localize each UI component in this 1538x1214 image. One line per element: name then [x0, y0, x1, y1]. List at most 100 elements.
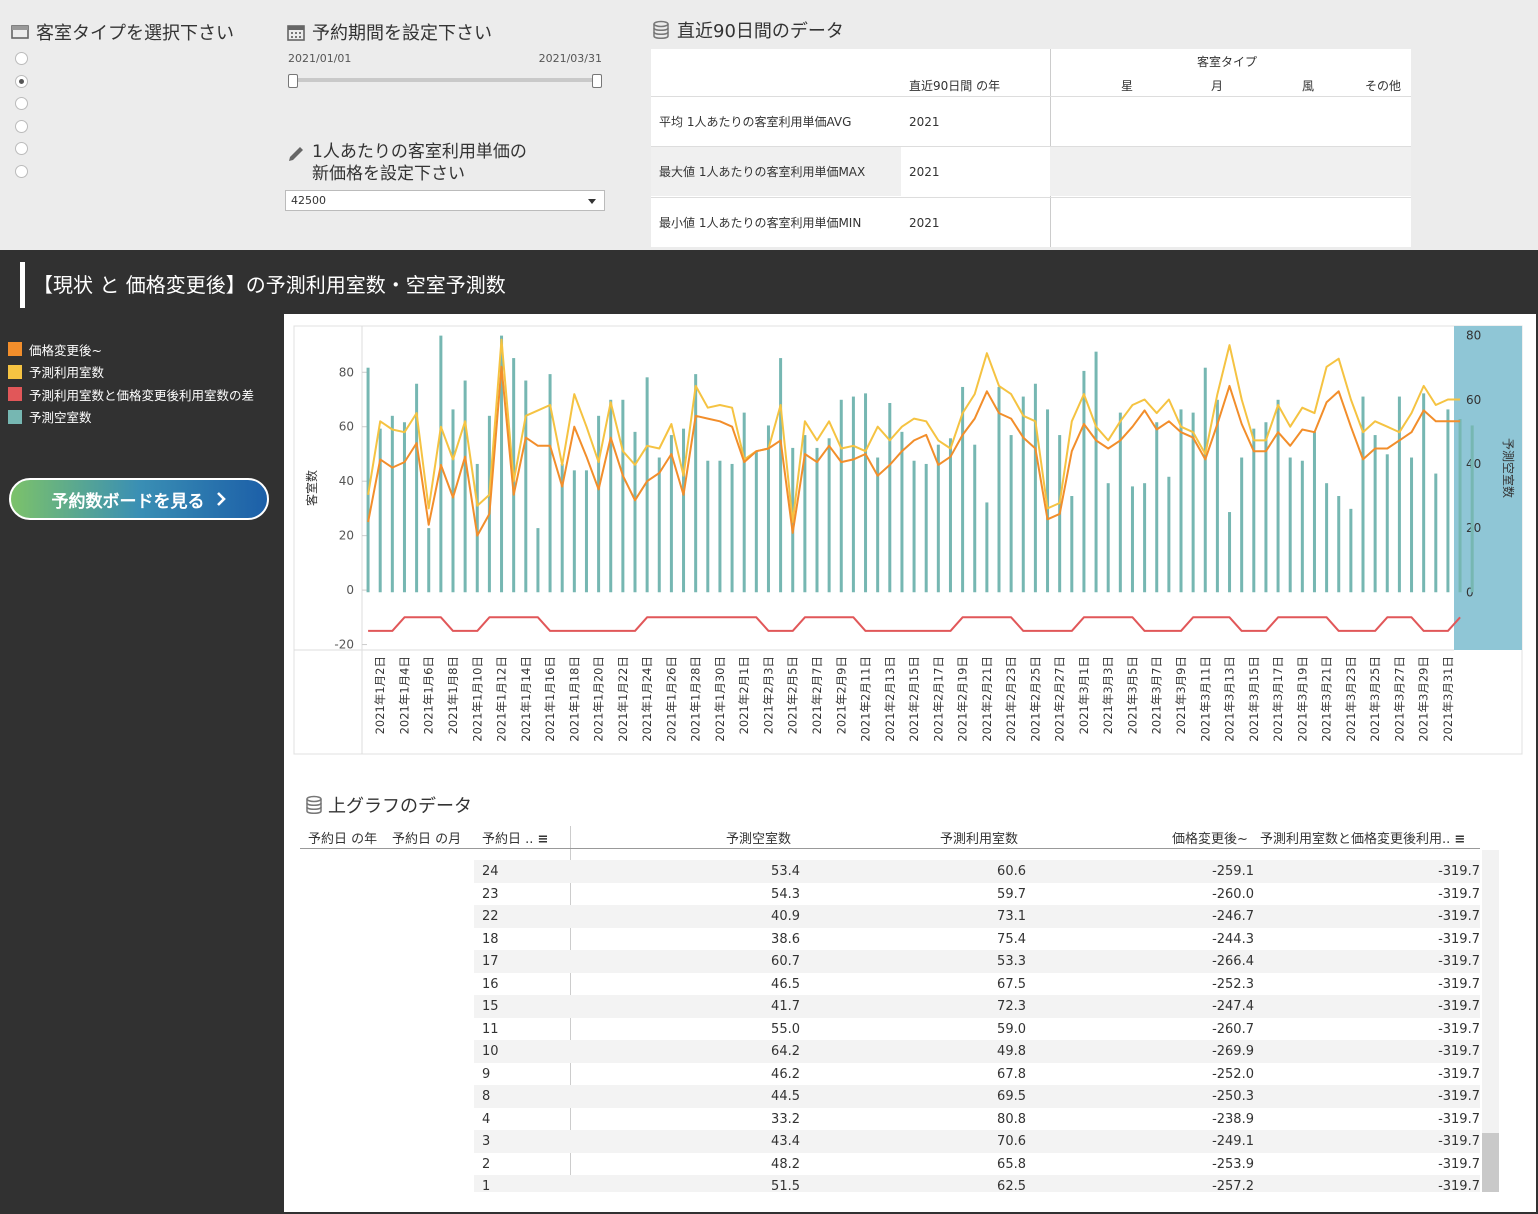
col-vacant-header[interactable]: 予測空室数 [726, 828, 791, 847]
table-row[interactable]: 3 43.4 70.6 -249.1 -319.7 [300, 1130, 1480, 1153]
room-type-radio[interactable] [15, 119, 28, 133]
table-row[interactable]: 23 54.3 59.7 -260.0 -319.7 [300, 883, 1480, 906]
y-tick-label: -20 [334, 638, 354, 652]
bar [584, 470, 588, 593]
cell-diff: -319.7 [1438, 1066, 1480, 1082]
table-row[interactable]: 24 53.4 60.6 -259.1 -319.7 [300, 860, 1480, 883]
table-row[interactable]: 16 46.5 67.5 -252.3 -319.7 [300, 973, 1480, 996]
col-month-header[interactable]: 予約日 の月 [392, 828, 461, 847]
bar [973, 444, 977, 593]
x-tick-label: 2021年2月17日 [931, 656, 945, 742]
room-type-radio[interactable] [15, 52, 28, 65]
bar [1094, 351, 1098, 593]
x-tick-label: 2021年3月29日 [1417, 656, 1431, 742]
room-type-radio[interactable] [15, 97, 28, 110]
cell-day: 8 [482, 1089, 491, 1104]
stats-row: 最小値 1人あたりの客室利用単価MIN 2021 [651, 197, 1411, 247]
scrollbar-thumb[interactable] [1482, 1133, 1499, 1192]
table-row[interactable]: 18 38.6 75.4 -244.3 -319.7 [300, 928, 1480, 951]
legend-label: 予測利用室数 [29, 365, 105, 381]
room-type-radio[interactable] [15, 142, 28, 155]
chevron-right-icon [216, 492, 226, 506]
table-row[interactable]: 10 64.2 49.8 -269.9 -319.7 [300, 1040, 1480, 1063]
bar [730, 463, 734, 593]
cell-day: 16 [482, 976, 499, 992]
stats-room-type-header: 客室タイプ [1197, 55, 1258, 69]
legend-item[interactable]: 予測空室数 [8, 406, 254, 429]
price-dropdown[interactable]: 42500 [285, 190, 605, 211]
board-button[interactable]: 予約数ボードを見る [9, 478, 269, 520]
x-tick-label: 2021年1月30日 [713, 656, 727, 742]
bar [1410, 457, 1414, 593]
slider-track[interactable] [292, 78, 598, 82]
cell-vacant: 46.2 [771, 1066, 800, 1082]
table-row[interactable]: 11 55.0 59.0 -260.7 -319.7 [300, 1018, 1480, 1041]
bar [718, 460, 722, 593]
x-tick-label: 2021年3月15日 [1247, 656, 1261, 742]
period-slider[interactable]: 2021/01/01 2021/03/31 [286, 48, 606, 98]
bar [876, 457, 880, 593]
bar [1228, 512, 1232, 593]
bar [366, 367, 370, 593]
cell-used: 53.3 [997, 954, 1026, 969]
col-year-header[interactable]: 予約日 の年 [308, 828, 377, 847]
table-scrollbar[interactable] [1482, 850, 1499, 1192]
cell-used: 73.1 [997, 909, 1026, 924]
data-table-panel: 上グラフのデータ 予約日 の年 予約日 の月 予約日 .. ≡ 予測空室数 予測… [284, 764, 1536, 1212]
cell-used: 67.8 [997, 1066, 1026, 1082]
legend-item[interactable]: 予測利用室数 [8, 361, 254, 384]
col-after-header[interactable]: 価格変更後~ [1172, 828, 1248, 847]
price-value: 42500 [291, 194, 326, 207]
cell-vacant: 38.6 [771, 931, 800, 947]
bar [1167, 476, 1171, 593]
table-row[interactable]: 22 40.9 73.1 -246.7 -319.7 [300, 905, 1480, 928]
table-row[interactable]: 9 46.2 67.8 -252.0 -319.7 [300, 1063, 1480, 1086]
sort-icon[interactable]: ≡ [1454, 832, 1465, 847]
bar [742, 412, 746, 593]
x-tick-label: 2021年1月2日 [373, 656, 387, 734]
x-tick-label: 2021年3月23日 [1344, 656, 1358, 742]
price-title: 1人あたりの客室利用単価の 新価格を設定下さい [286, 141, 527, 185]
col-day-header[interactable]: 予約日 .. ≡ [482, 828, 548, 847]
legend-item[interactable]: 価格変更後~ [8, 338, 254, 361]
y2-tick-label: 60 [1466, 393, 1481, 407]
bar [1240, 457, 1244, 593]
cell-after: -247.4 [1212, 999, 1254, 1014]
x-tick-label: 2021年3月25日 [1368, 656, 1382, 742]
bar [1337, 496, 1341, 593]
x-tick-label: 2021年2月5日 [786, 656, 800, 734]
room-type-radio[interactable] [15, 74, 28, 88]
cell-vacant: 54.3 [771, 886, 800, 902]
bar [682, 428, 686, 593]
cell-after: -244.3 [1212, 931, 1254, 947]
cell-diff: -319.7 [1438, 1134, 1480, 1149]
cell-vacant: 33.2 [771, 1111, 800, 1127]
table-body[interactable]: 24 53.4 60.6 -259.1 -319.7 23 54.3 59.7 -260.0 -3… [300, 850, 1500, 1192]
period-end-label: 2021/03/31 [538, 52, 602, 65]
room-type-radio[interactable] [15, 164, 28, 178]
table-row[interactable]: 2 48.2 65.8 -253.9 -319.7 [300, 1153, 1480, 1176]
col-used-header[interactable]: 予測利用室数 [940, 828, 1018, 847]
cell-used: 72.3 [997, 999, 1026, 1014]
col-diff-header[interactable]: 予測利用室数と価格変更後利用.. ≡ [1260, 828, 1465, 847]
table-row[interactable]: 1 51.5 62.5 -257.2 -319.7 [300, 1175, 1480, 1192]
x-tick-label: 2021年3月9日 [1174, 656, 1188, 734]
table-title: 上グラフのデータ [304, 792, 472, 818]
legend-item[interactable]: 予測利用室数と価格変更後利用室数の差 [8, 383, 254, 406]
bar [912, 460, 916, 593]
slider-start-handle[interactable] [288, 74, 298, 88]
x-tick-label: 2021年1月24日 [640, 656, 654, 742]
table-row[interactable]: 4 33.2 80.8 -238.9 -319.7 [300, 1108, 1480, 1131]
bar [1070, 496, 1074, 593]
y2-axis-label: 予測空室数 [1501, 438, 1516, 498]
table-row[interactable]: 8 44.5 69.5 -250.3 -319.7 [300, 1085, 1480, 1108]
cell-day: 9 [482, 1066, 491, 1082]
table-row[interactable]: 15 41.7 72.3 -247.4 -319.7 [300, 995, 1480, 1018]
cell-day: 23 [482, 886, 499, 902]
table-row[interactable]: 17 60.7 53.3 -266.4 -319.7 [300, 950, 1480, 973]
y-axis-label: 客室数 [304, 470, 319, 506]
bar [1434, 473, 1438, 593]
sort-icon[interactable]: ≡ [538, 832, 549, 847]
slider-end-handle[interactable] [592, 74, 602, 88]
cell-day: 18 [482, 931, 499, 947]
